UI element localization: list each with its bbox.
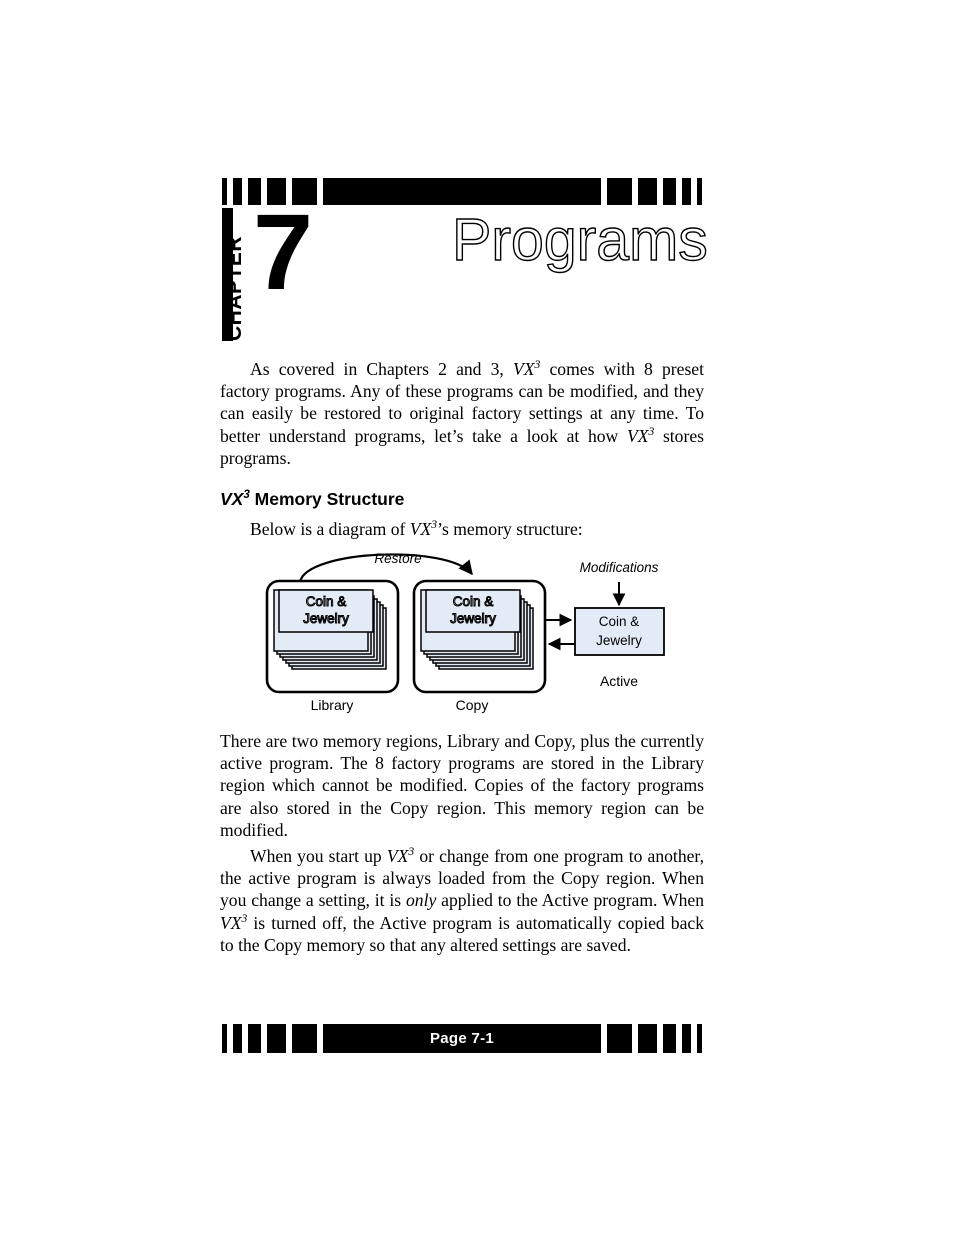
vx-mark: VX3: [387, 846, 414, 866]
section-heading-rest: Memory Structure: [249, 489, 405, 509]
startup-text-1: When you start up: [250, 846, 387, 866]
diagram-intro-text-2: ’s memory structure:: [437, 519, 583, 539]
library-card-stack: Coin & Jewelry: [273, 589, 387, 670]
diagram-intro-block: Below is a diagram of VX3’s memory struc…: [220, 518, 704, 540]
vx-mark: VX3: [220, 912, 247, 933]
memory-structure-diagram: Coin & Jewelry Coin & Jewelry Restore Co…: [258, 546, 698, 718]
intro-paragraph-block: As covered in Chapters 2 and 3, VX3 come…: [220, 358, 704, 469]
page-root: CHAPTER 7 Programs As covered in Chapter…: [0, 0, 954, 1235]
header-bar-segment: [697, 178, 702, 205]
library-card-label-line1: Coin &: [306, 594, 347, 609]
footer-bar-segment: [248, 1024, 261, 1053]
footer-bar-segment: [663, 1024, 676, 1053]
footer-bar-segment: [233, 1024, 242, 1053]
page-footer: Page 7-1: [222, 1024, 702, 1053]
library-card-label-line2: Jewelry: [303, 611, 349, 626]
diagram-svg: Coin & Jewelry Coin & Jewelry Restore Co…: [265, 551, 665, 713]
startup-behaviour-paragraph: When you start up VX3 or change from one…: [220, 845, 704, 956]
memory-regions-paragraph: There are two memory regions, Library an…: [220, 731, 704, 840]
chapter-number: 7: [253, 191, 314, 312]
copy-card-stack: Coin & Jewelry: [420, 589, 534, 670]
header-bar-segment: [638, 178, 657, 205]
copy-card-label-line1: Coin &: [453, 594, 494, 609]
chapter-label-text: CHAPTER: [223, 235, 246, 341]
active-card-label-line2: Jewelry: [596, 633, 642, 648]
header-bar-segment: [682, 178, 691, 205]
vx-base: VX: [409, 519, 432, 539]
vx-base: VX: [220, 489, 244, 509]
vx-mark: VX3: [513, 359, 540, 379]
library-label: Library: [311, 697, 354, 713]
startup-text-3: applied to the Active program. When: [436, 890, 704, 911]
startup-text-4: is turned off, the Active program is aut…: [220, 912, 704, 955]
page-title: Programs: [451, 207, 708, 273]
active-label: Active: [600, 673, 638, 689]
intro-text-1: As covered in Chapters 2 and 3,: [250, 359, 513, 379]
chapter-label-rotated: CHAPTER: [222, 196, 252, 341]
diagram-intro-text-1: Below is a diagram of: [250, 519, 410, 539]
emphasis-only: only: [405, 890, 437, 911]
footer-bar-segment: [638, 1024, 657, 1053]
diagram-intro-paragraph: Below is a diagram of VX3’s memory struc…: [220, 518, 704, 540]
footer-bar-center: [323, 1024, 601, 1053]
footer-bar-pattern: [222, 1024, 702, 1053]
modifications-label: Modifications: [580, 560, 659, 575]
section-heading: VX3 Memory Structure: [220, 489, 404, 509]
vx-mark: VX3: [626, 425, 654, 446]
vx-base: VX: [626, 425, 649, 446]
footer-bar-segment: [292, 1024, 317, 1053]
header-bar-segment: [607, 178, 632, 205]
footer-bar-segment: [697, 1024, 702, 1053]
active-card-label-line1: Coin &: [599, 614, 640, 629]
copy-card-label-line2: Jewelry: [450, 611, 496, 626]
footer-bar-segment: [682, 1024, 691, 1053]
header-bar-center: [323, 178, 601, 205]
intro-paragraph: As covered in Chapters 2 and 3, VX3 come…: [220, 358, 704, 469]
vx-mark: VX3: [220, 489, 250, 509]
vx-base: VX: [386, 846, 409, 866]
vx-base: VX: [513, 359, 535, 379]
copy-label: Copy: [456, 697, 489, 713]
footer-bar-segment: [267, 1024, 286, 1053]
memory-regions-block: There are two memory regions, Library an…: [220, 730, 704, 841]
restore-label: Restore: [374, 551, 421, 566]
startup-behaviour-block: When you start up VX3 or change from one…: [220, 845, 704, 956]
header-bar-segment: [663, 178, 676, 205]
footer-bar-segment: [607, 1024, 632, 1053]
vx-base: VX: [220, 912, 242, 933]
vx-mark: VX3: [410, 519, 437, 539]
